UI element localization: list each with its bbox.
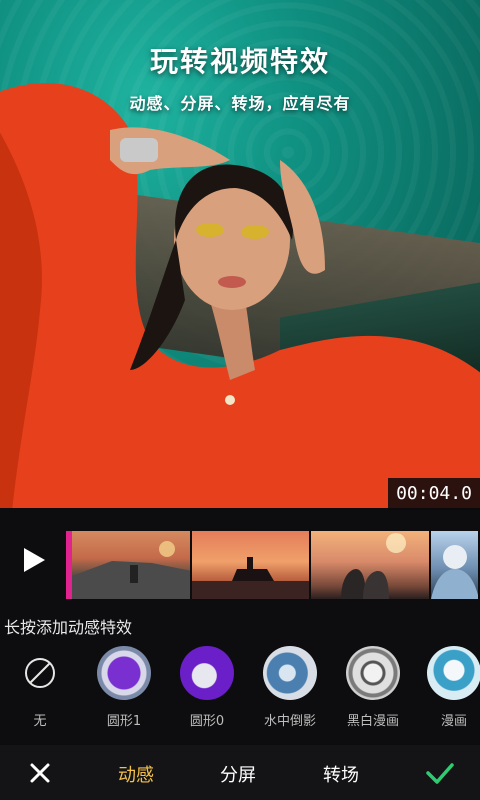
- effect-round0[interactable]: 圆形0: [167, 640, 247, 729]
- effect-none[interactable]: 无: [0, 640, 80, 729]
- thumb-couple-fireworks[interactable]: [311, 531, 429, 599]
- effect-label: 无: [33, 714, 47, 729]
- effect-water-reflection[interactable]: 水中倒影: [250, 640, 330, 729]
- thumb-road-sunset[interactable]: [71, 531, 190, 599]
- round1-icon: [97, 646, 151, 700]
- effect-round1[interactable]: 圆形1: [84, 640, 164, 729]
- round0-icon: [180, 646, 234, 700]
- effects-list: 无 圆形1 圆形0 水中倒影 黑白漫画 漫画: [0, 640, 480, 730]
- play-button[interactable]: [18, 545, 48, 575]
- play-icon: [24, 548, 45, 572]
- bottom-bar: 动感 分屏 转场: [0, 745, 480, 800]
- confirm-button[interactable]: [424, 759, 456, 787]
- promo-title: 玩转视频特效: [149, 45, 330, 78]
- check-icon: [426, 763, 454, 784]
- close-icon: [30, 763, 50, 783]
- effect-label: 圆形0: [189, 714, 225, 729]
- timecode-display: 00:04.0: [388, 478, 480, 510]
- water-reflection-icon: [263, 646, 317, 700]
- tab-dynamic[interactable]: 动感: [118, 761, 154, 787]
- thumb-winter-portrait[interactable]: [430, 531, 479, 599]
- none-icon: [13, 646, 67, 700]
- tab-split-screen[interactable]: 分屏: [220, 761, 256, 787]
- promo-subtitle: 动感、分屏、转场，应有尽有: [129, 94, 351, 113]
- effect-label: 圆形1: [106, 714, 142, 729]
- video-strip[interactable]: [66, 531, 480, 599]
- effect-label: 黑白漫画: [346, 714, 399, 729]
- effect-bw-comic[interactable]: 黑白漫画: [333, 640, 413, 729]
- thumb-car-silhouette[interactable]: [191, 531, 310, 599]
- bw-comic-icon: [346, 646, 400, 700]
- comic-icon: [427, 646, 480, 700]
- preview-photo-woman: [0, 83, 480, 508]
- effect-label: 水中倒影: [263, 714, 316, 729]
- effects-hint: 长按添加动感特效: [4, 618, 133, 637]
- effect-label: 漫画: [440, 714, 467, 729]
- close-button[interactable]: [26, 759, 54, 787]
- effect-comic[interactable]: 漫画: [414, 640, 480, 729]
- tab-transition[interactable]: 转场: [323, 761, 359, 787]
- preview-area: 玩转视频特效 动感、分屏、转场，应有尽有: [0, 0, 480, 508]
